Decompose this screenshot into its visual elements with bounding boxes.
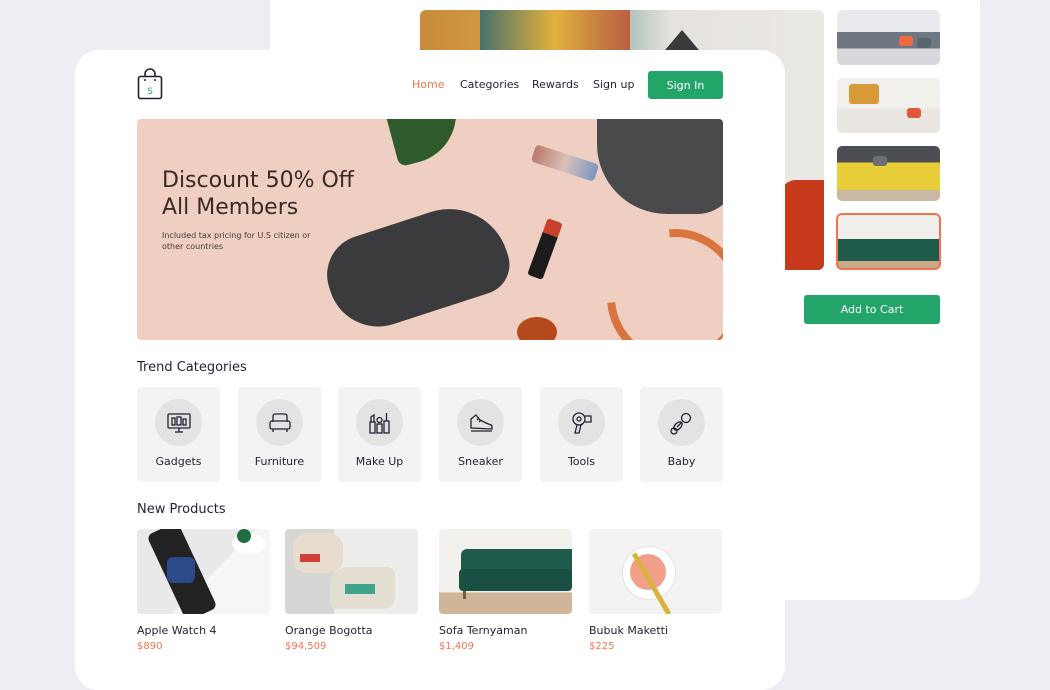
nav-home-link[interactable]: Home [412, 78, 444, 91]
bag-strap-photo [579, 201, 723, 340]
armchair-icon [268, 412, 291, 432]
category-label: Gadgets [155, 455, 202, 468]
category-icon-bg [356, 399, 403, 446]
product-card[interactable]: Bubuk Maketti $225 [589, 529, 722, 652]
gadgets-icon [166, 412, 191, 433]
product-card[interactable]: Apple Watch 4 $890 [137, 529, 270, 652]
sofa-edge [780, 180, 824, 270]
product-card[interactable]: Sofa Ternyaman $1,409 [439, 529, 572, 652]
category-icon-bg [558, 399, 605, 446]
product-thumbnail-2[interactable] [837, 78, 940, 133]
sneaker-icon [469, 413, 493, 432]
product-price: $1,409 [439, 641, 474, 652]
promo-title-line2: All Members [162, 195, 299, 220]
lipstick-photo [527, 218, 563, 280]
product-image-orange-bogotta[interactable] [285, 529, 418, 614]
sign-in-button[interactable]: Sign In [648, 71, 723, 99]
nav-categories-link[interactable]: Categories [460, 78, 519, 91]
product-image-apple-watch[interactable] [137, 529, 270, 614]
svg-text:S: S [147, 87, 153, 97]
nav-rewards-link[interactable]: Rewards [532, 78, 579, 91]
leaf-decoration [386, 119, 468, 168]
product-price: $94,509 [285, 641, 327, 652]
fruit-photo [517, 317, 557, 340]
category-label: Baby [667, 455, 696, 468]
category-label: Tools [567, 455, 596, 468]
category-icon-bg [658, 399, 705, 446]
category-tools[interactable]: Tools [540, 387, 623, 482]
product-price: $225 [589, 641, 615, 652]
promo-subtitle: Included tax pricing for U.S citizen or … [162, 231, 311, 251]
nav-signup-link[interactable]: Sign up [593, 78, 634, 91]
category-label: Sneaker [458, 455, 503, 468]
category-sneaker[interactable]: Sneaker [439, 387, 522, 482]
category-icon-bg [155, 399, 202, 446]
product-name: Bubuk Maketti [589, 624, 668, 637]
product-image-bubuk-maketti[interactable] [589, 529, 722, 614]
promo-banner[interactable]: Discount 50% Off All Members Included ta… [137, 119, 723, 340]
pacifier-icon [669, 412, 691, 435]
category-gadgets[interactable]: Gadgets [137, 387, 220, 482]
category-make-up[interactable]: Make Up [338, 387, 421, 482]
category-icon-bg [256, 399, 303, 446]
product-image-sofa[interactable] [439, 529, 572, 614]
category-baby[interactable]: Baby [640, 387, 723, 482]
hair-dryer-icon [571, 411, 592, 434]
category-label: Make Up [355, 455, 404, 468]
product-thumbnail-4-selected[interactable] [836, 213, 941, 270]
product-price: $890 [137, 641, 163, 652]
promo-title: Discount 50% Off All Members [162, 167, 354, 221]
category-icon-bg [457, 399, 504, 446]
makeup-icon [368, 412, 390, 434]
product-card[interactable]: Orange Bogotta $94,509 [285, 529, 418, 652]
product-name: Apple Watch 4 [137, 624, 217, 637]
category-label: Furniture [254, 455, 305, 468]
sneaker-photo [597, 119, 723, 214]
add-to-cart-button[interactable]: Add to Cart [804, 295, 940, 324]
category-furniture[interactable]: Furniture [238, 387, 321, 482]
shopping-bag-logo-icon[interactable]: S [137, 68, 163, 100]
new-products-heading: New Products [137, 502, 226, 517]
promo-title-line1: Discount 50% Off [162, 168, 354, 193]
product-thumbnail-3[interactable] [837, 146, 940, 201]
lipstick-photo [530, 144, 600, 182]
product-name: Orange Bogotta [285, 624, 373, 637]
product-thumbnail-1[interactable] [837, 10, 940, 65]
product-name: Sofa Ternyaman [439, 624, 528, 637]
trend-categories-heading: Trend Categories [137, 360, 247, 375]
